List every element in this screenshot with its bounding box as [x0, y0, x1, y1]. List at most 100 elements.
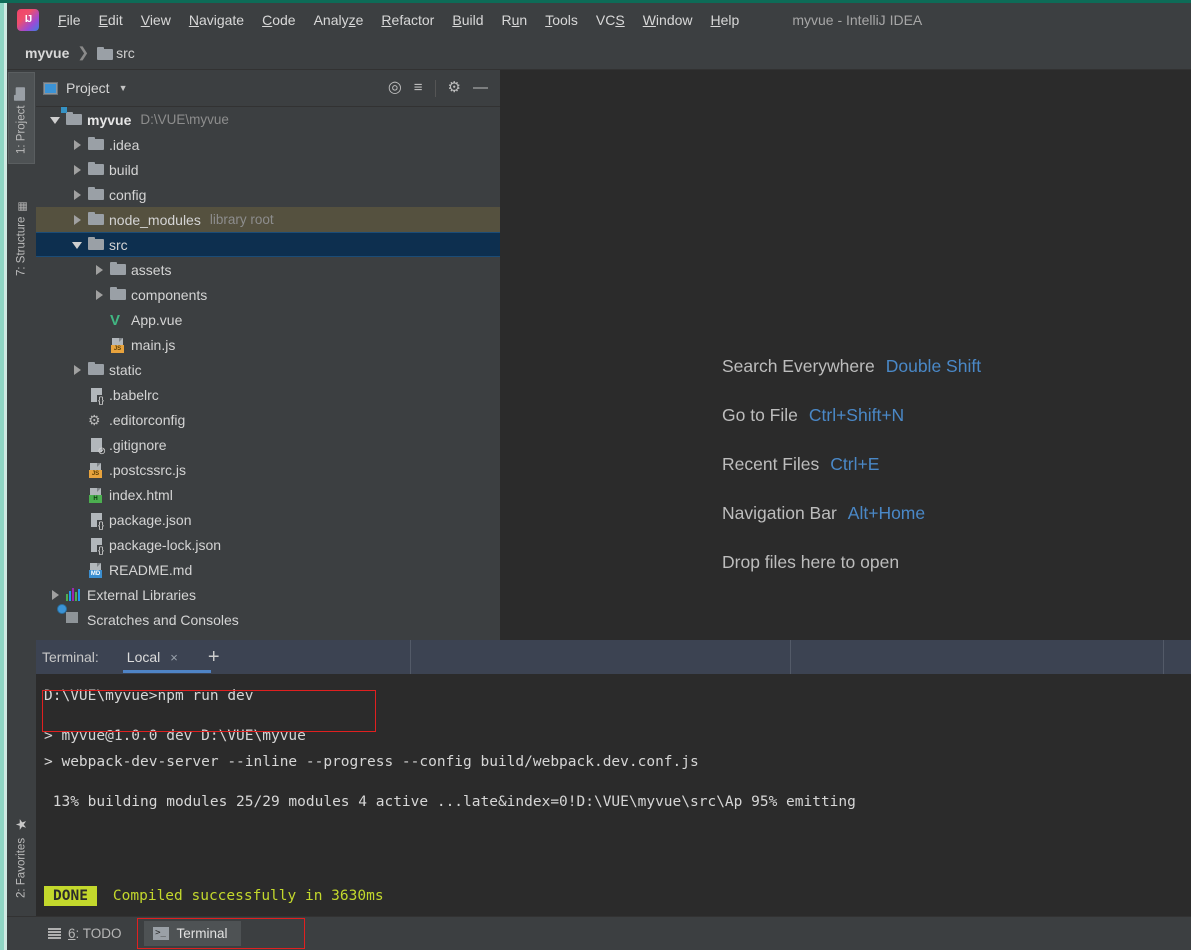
chevron-closed-icon[interactable]: [94, 264, 105, 275]
folder-icon: [88, 136, 104, 153]
folder-icon: [88, 361, 104, 378]
menu-item-window[interactable]: Window: [634, 8, 702, 32]
menu-item-view[interactable]: View: [132, 8, 180, 32]
sidebar-tab-project-label: 1: Project: [15, 105, 28, 155]
menu-item-analyze[interactable]: Analyze: [305, 8, 373, 32]
shortcut-hint-list: Search Everywhere Double Shift Go to File C…: [722, 342, 981, 587]
chevron-closed-icon[interactable]: [72, 139, 83, 150]
tree-row[interactable]: JS main.js: [36, 332, 500, 357]
tree-row[interactable]: .gitignore: [36, 432, 500, 457]
tree-row[interactable]: Hindex.html: [36, 482, 500, 507]
status-badge: DONE: [44, 886, 97, 906]
tree-row[interactable]: config: [36, 182, 500, 207]
menu-item-code[interactable]: Code: [253, 8, 304, 32]
chevron-open-icon[interactable]: [72, 239, 83, 250]
menu-item-build[interactable]: Build: [443, 8, 492, 32]
tree-row[interactable]: assets: [36, 257, 500, 282]
external-libraries-icon: [66, 587, 82, 603]
hide-panel-icon[interactable]: —: [473, 80, 488, 96]
chevron-closed-icon[interactable]: [50, 589, 61, 600]
tree-row-label: External Libraries: [87, 586, 196, 603]
folder-icon: [88, 211, 104, 228]
chevron-down-icon[interactable]: ▼: [119, 83, 128, 93]
chevron-closed-icon[interactable]: [72, 214, 83, 225]
md-file-icon: MD: [88, 562, 104, 578]
shortcut-hint: Search Everywhere Double Shift: [722, 342, 981, 391]
todo-list-icon: [48, 928, 61, 939]
settings-gear-icon[interactable]: ⚙: [448, 80, 461, 96]
terminal-tab-local[interactable]: Local ×: [121, 640, 211, 674]
chevron-closed-icon[interactable]: [72, 164, 83, 175]
tree-row[interactable]: components: [36, 282, 500, 307]
sidebar-tab-structure-label: 7: Structure: [15, 216, 28, 277]
page-title: Project: [66, 80, 110, 96]
tree-row-label: myvue: [87, 111, 132, 128]
locate-icon[interactable]: ◎: [388, 80, 402, 96]
shortcut-hint-key: Ctrl+Shift+N: [808, 405, 905, 425]
status-bar-item-todo[interactable]: 6 : TODO: [48, 926, 122, 941]
menu-item-refactor[interactable]: Refactor: [372, 8, 443, 32]
menu-item-vcs[interactable]: VCS: [587, 8, 634, 32]
chevron-closed-icon[interactable]: [94, 289, 105, 300]
tree-row[interactable]: static: [36, 357, 500, 382]
tree-row-label: .postcssrc.js: [109, 461, 187, 478]
tree-row[interactable]: package-lock.json: [36, 532, 500, 557]
menu-item-file[interactable]: File: [49, 8, 90, 32]
active-tab-underline: [122, 670, 211, 673]
breadcrumb-current[interactable]: src: [116, 45, 135, 61]
tree-row-label: App.vue: [131, 311, 183, 328]
terminal-output-line: > webpack-dev-server --inline --progress…: [44, 754, 699, 770]
js-file-icon: JS: [110, 337, 126, 353]
compile-success-message: Compiled successfully in 3630ms: [112, 888, 384, 904]
sidebar-tab-project[interactable]: 1: Project: [8, 72, 35, 164]
menu-item-navigate[interactable]: Navigate: [180, 8, 253, 32]
breadcrumb-separator-icon: ❯: [77, 44, 90, 60]
tree-row[interactable]: ⚙ .editorconfig: [36, 407, 500, 432]
tree-row[interactable]: JS .postcssrc.js: [36, 457, 500, 482]
terminal-output[interactable]: D:\VUE\myvue>npm run dev > myvue@1.0.0 d…: [36, 674, 1191, 916]
project-tree[interactable]: myvue D:\VUE\myvue .idea build config node_mo…: [36, 107, 500, 640]
breadcrumb-root[interactable]: myvue: [25, 45, 69, 61]
tree-row[interactable]: MD README.md: [36, 557, 500, 582]
terminal-panel-header: Terminal: Local × +: [36, 640, 1191, 674]
shortcut-hint-label: Navigation Bar: [722, 503, 837, 523]
tree-row[interactable]: V App.vue: [36, 307, 500, 332]
chevron-open-icon[interactable]: [50, 114, 61, 125]
terminal-header-divider: [410, 640, 411, 674]
terminal-tab-label: Local: [126, 649, 161, 665]
vue-file-icon: V: [110, 311, 121, 329]
tree-row[interactable]: build: [36, 157, 500, 182]
tree-row[interactable]: Scratches and Consoles: [36, 603, 500, 632]
chevron-closed-icon[interactable]: [72, 189, 83, 200]
chevron-closed-icon[interactable]: [72, 364, 83, 375]
project-view-icon: [43, 81, 58, 95]
terminal-output-line: 13% building modules 25/29 modules 4 act…: [44, 794, 856, 810]
sidebar-tab-structure[interactable]: 7: Structure ▦: [8, 182, 35, 290]
collapse-all-icon[interactable]: ≡: [414, 80, 423, 96]
tree-row-hint: D:\VUE\myvue: [140, 112, 229, 127]
project-panel: Project ▼ ◎ ≡ ⚙ — myvue D:\VUE\myvue .idea…: [36, 70, 500, 640]
sidebar-tab-favorites[interactable]: 2: Favorites ★: [8, 800, 35, 910]
menu-item-edit[interactable]: Edit: [90, 8, 132, 32]
tree-row[interactable]: src: [36, 232, 500, 257]
tree-row-label: package-lock.json: [109, 536, 222, 553]
add-terminal-tab-button[interactable]: +: [208, 647, 220, 667]
todo-label: : TODO: [75, 926, 122, 941]
todo-mnemonic: 6: [68, 926, 76, 941]
tree-row[interactable]: node_modules library root: [36, 207, 500, 232]
menu-item-help[interactable]: Help: [702, 8, 749, 32]
tree-row-label: build: [109, 161, 139, 178]
tree-row[interactable]: External Libraries: [36, 582, 500, 607]
tree-row[interactable]: myvue D:\VUE\myvue: [36, 107, 500, 132]
menu-item-tools[interactable]: Tools: [536, 8, 587, 32]
tree-row[interactable]: .babelrc: [36, 382, 500, 407]
menu-item-run[interactable]: Run: [493, 8, 537, 32]
tree-row[interactable]: package.json: [36, 507, 500, 532]
close-icon[interactable]: ×: [170, 650, 178, 665]
tree-row[interactable]: .idea: [36, 132, 500, 157]
